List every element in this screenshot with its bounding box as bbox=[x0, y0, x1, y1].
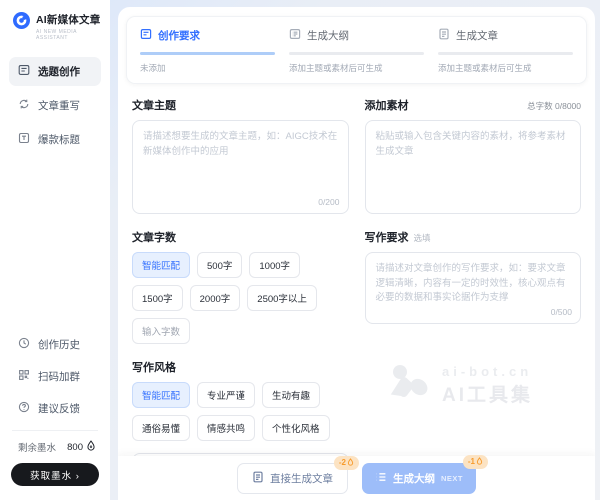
step-progress-bar bbox=[140, 52, 275, 55]
hot-title-icon bbox=[18, 132, 30, 147]
app-title: AI新媒体文章 bbox=[36, 12, 110, 27]
material-total-label: 总字数 bbox=[527, 101, 553, 111]
word-count-option-smart[interactable]: 智能匹配 bbox=[132, 252, 190, 278]
form-right-column: 添加素材 总字数 0/8000 写作要求选填 0/500 bbox=[365, 84, 582, 500]
sidebar-item-label: 爆款标题 bbox=[38, 132, 80, 147]
step-status: 添加主题或素材后可生成 bbox=[438, 62, 573, 74]
step-status: 未添加 bbox=[140, 62, 275, 74]
list-icon bbox=[375, 471, 387, 486]
generate-article-icon bbox=[438, 28, 450, 43]
form-left-column: 文章主题 0/200 文章字数 智能匹配 500字 1000字 1500字 20… bbox=[132, 84, 349, 500]
material-input[interactable] bbox=[365, 120, 582, 214]
word-count-option-1000[interactable]: 1000字 bbox=[249, 252, 300, 278]
app-logo: AI新媒体文章 AI NEW MEDIA ASSISTANT bbox=[0, 0, 110, 41]
app-logo-icon bbox=[13, 12, 30, 29]
step-generate-article[interactable]: 生成文章 添加主题或素材后可生成 bbox=[438, 28, 573, 74]
style-option-professional[interactable]: 专业严谨 bbox=[197, 382, 255, 408]
sidebar-item-label: 文章重写 bbox=[38, 98, 80, 113]
creation-requirements-icon bbox=[140, 28, 152, 43]
ink-balance-value: 800 bbox=[67, 442, 83, 453]
sidebar-bottom: 创作历史 扫码加群 建议反馈 剩余墨水 800 获取墨水 › bbox=[0, 315, 110, 486]
step-progress-bar bbox=[289, 52, 424, 55]
sidebar: AI新媒体文章 AI NEW MEDIA ASSISTANT 选题创作 文章重写… bbox=[0, 0, 110, 500]
document-icon bbox=[252, 471, 264, 486]
direct-generate-label: 直接生成文章 bbox=[270, 471, 333, 486]
steps-card: 创作要求 未添加 生成大纲 添加主题或素材后可生成 生成文章 添加主题或素材后可… bbox=[126, 16, 587, 84]
style-option-emotional[interactable]: 情感共鸣 bbox=[197, 415, 255, 441]
step-label: 生成文章 bbox=[456, 28, 498, 43]
step-label: 创作要求 bbox=[158, 28, 200, 43]
sidebar-item-label: 创作历史 bbox=[38, 337, 80, 352]
style-option-smart[interactable]: 智能匹配 bbox=[132, 382, 190, 408]
step-generate-outline[interactable]: 生成大纲 添加主题或素材后可生成 bbox=[289, 28, 424, 74]
ink-drop-icon bbox=[476, 457, 483, 467]
topic-input[interactable] bbox=[132, 120, 349, 214]
style-label: 写作风格 bbox=[132, 359, 176, 375]
ink-balance-label: 剩余墨水 bbox=[18, 440, 56, 454]
generate-outline-button[interactable]: 生成大纲 NEXT -1 bbox=[362, 463, 476, 494]
requirements-input[interactable] bbox=[365, 252, 582, 324]
next-tag: NEXT bbox=[441, 474, 463, 483]
generate-outline-label: 生成大纲 bbox=[393, 471, 435, 486]
word-count-custom-input[interactable]: 输入字数 bbox=[132, 318, 190, 344]
topic-counter: 0/200 bbox=[318, 197, 339, 207]
sidebar-item-label: 建议反馈 bbox=[38, 401, 80, 416]
creation-form: 文章主题 0/200 文章字数 智能匹配 500字 1000字 1500字 20… bbox=[118, 84, 595, 500]
ink-balance-row: 剩余墨水 800 bbox=[0, 440, 110, 454]
generate-outline-cost-badge: -1 bbox=[463, 455, 488, 469]
main-panel: 创作要求 未添加 生成大纲 添加主题或素材后可生成 生成文章 添加主题或素材后可… bbox=[118, 7, 595, 500]
generate-outline-icon bbox=[289, 28, 301, 43]
topic-label: 文章主题 bbox=[132, 97, 176, 113]
requirements-counter: 0/500 bbox=[551, 307, 572, 317]
footer-action-bar: 直接生成文章 -2 生成大纲 NEXT -1 bbox=[118, 456, 595, 500]
word-count-option-1500[interactable]: 1500字 bbox=[132, 285, 183, 311]
get-ink-button[interactable]: 获取墨水 › bbox=[11, 463, 99, 486]
sidebar-item-label: 选题创作 bbox=[38, 64, 80, 79]
sidebar-item-label: 扫码加群 bbox=[38, 369, 80, 384]
article-rewrite-icon bbox=[18, 98, 30, 113]
word-count-option-2500plus[interactable]: 2500字以上 bbox=[247, 285, 317, 311]
requirements-optional-tag: 选填 bbox=[414, 233, 431, 243]
history-icon bbox=[18, 337, 30, 352]
step-progress-bar bbox=[438, 52, 573, 55]
qr-code-icon bbox=[18, 369, 30, 384]
sidebar-item-feedback[interactable]: 建议反馈 bbox=[9, 395, 101, 422]
word-count-options: 智能匹配 500字 1000字 1500字 2000字 2500字以上 输入字数 bbox=[132, 252, 349, 344]
app-subtitle: AI NEW MEDIA ASSISTANT bbox=[36, 29, 110, 41]
sidebar-footer-menu: 创作历史 扫码加群 建议反馈 bbox=[0, 331, 110, 422]
style-options: 智能匹配 专业严谨 生动有趣 通俗易懂 情感共鸣 个性化风格 bbox=[132, 382, 349, 441]
style-option-plain[interactable]: 通俗易懂 bbox=[132, 415, 190, 441]
sidebar-item-history[interactable]: 创作历史 bbox=[9, 331, 101, 358]
direct-generate-article-button[interactable]: 直接生成文章 -2 bbox=[237, 463, 348, 494]
requirements-label: 写作要求 bbox=[365, 232, 409, 244]
step-creation-requirements[interactable]: 创作要求 未添加 bbox=[140, 28, 275, 74]
material-label: 添加素材 bbox=[365, 97, 409, 113]
ink-drop-icon bbox=[86, 440, 96, 454]
feedback-icon bbox=[18, 401, 30, 416]
sidebar-item-topic-creation[interactable]: 选题创作 bbox=[9, 57, 101, 86]
material-total-counter: 0/8000 bbox=[555, 101, 581, 111]
step-label: 生成大纲 bbox=[307, 28, 349, 43]
direct-generate-cost-badge: -2 bbox=[334, 456, 359, 470]
sidebar-menu: 选题创作 文章重写 爆款标题 bbox=[0, 57, 110, 154]
word-count-option-2000[interactable]: 2000字 bbox=[190, 285, 241, 311]
step-status: 添加主题或素材后可生成 bbox=[289, 62, 424, 74]
sidebar-item-hot-title[interactable]: 爆款标题 bbox=[9, 125, 101, 154]
word-count-label: 文章字数 bbox=[132, 229, 176, 245]
sidebar-item-article-rewrite[interactable]: 文章重写 bbox=[9, 91, 101, 120]
style-option-personalized[interactable]: 个性化风格 bbox=[262, 415, 330, 441]
topic-creation-icon bbox=[18, 64, 30, 79]
sidebar-item-qr-group[interactable]: 扫码加群 bbox=[9, 363, 101, 390]
word-count-option-500[interactable]: 500字 bbox=[197, 252, 242, 278]
sidebar-divider bbox=[12, 430, 98, 431]
style-option-vivid[interactable]: 生动有趣 bbox=[262, 382, 320, 408]
ink-drop-icon bbox=[347, 458, 354, 468]
